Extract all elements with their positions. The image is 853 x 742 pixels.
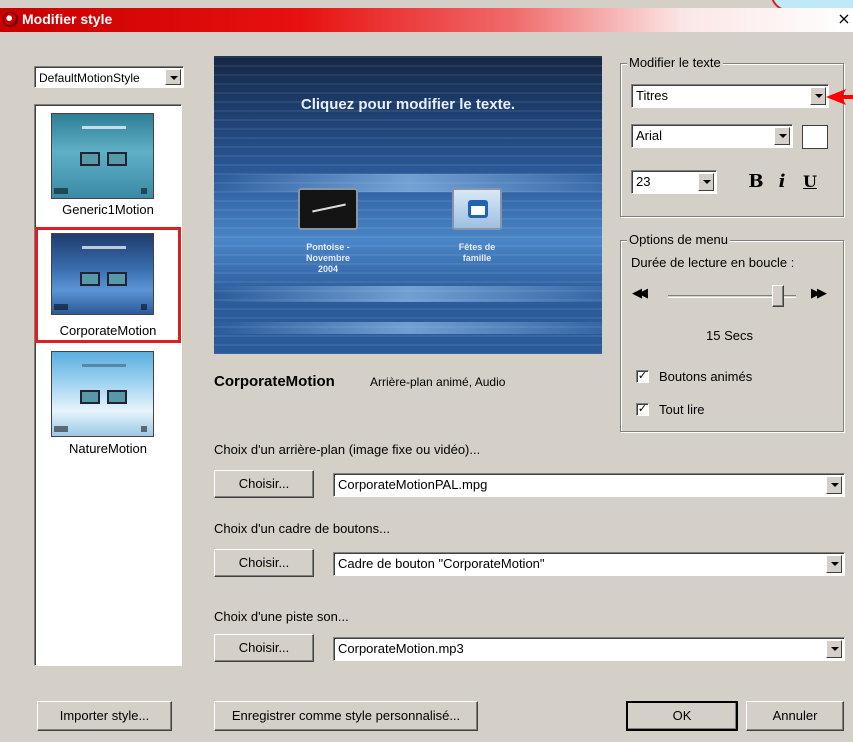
window-title: Modifier style [22,11,113,27]
style-select[interactable]: DefaultMotionStyle [34,66,184,88]
italic-button[interactable]: i [770,169,794,195]
title-bar[interactable]: Modifier style × [0,8,853,32]
choose-sound-track-button[interactable]: Choisir... [214,634,314,662]
rewind-icon[interactable]: ◀◀ [632,286,648,301]
button-frame-label: Choix d'un cadre de boutons... [214,521,390,536]
style-item-corporatemotion[interactable]: CorporateMotion [35,227,181,343]
style-item-generic1motion[interactable]: Generic1Motion [35,105,181,227]
style-item-naturemotion[interactable]: NatureMotion [35,345,181,461]
chevron-down-icon[interactable] [810,87,826,105]
button-frame-value: Cadre de bouton "CorporateMotion" [338,556,545,571]
preview-button-1-caption: Pontoise - Novembre 2004 [305,242,350,274]
font-size-value: 23 [636,174,651,189]
bold-button[interactable]: B [743,169,769,195]
save-custom-style-button[interactable]: Enregistrer comme style personnalisé... [214,701,478,731]
modify-style-dialog: Modifier style × DefaultMotionStyle Gene… [0,0,853,742]
choose-background-button[interactable]: Choisir... [214,470,314,498]
preview-button-2-caption: Fêtes de famille [458,242,496,263]
style-select-value: DefaultMotionStyle [39,71,140,85]
animated-buttons-checkbox[interactable]: ✓ [636,370,649,383]
menu-options-legend: Options de menu [627,232,731,247]
loop-duration-label: Durée de lecture en boucle : [631,255,795,270]
chevron-down-icon[interactable] [826,476,842,494]
style-thumbnail [51,351,154,437]
close-icon[interactable]: × [835,10,853,28]
font-select[interactable]: Arial [631,124,793,148]
style-name: CorporateMotion [214,373,335,390]
annotation-arrow-icon [826,89,853,105]
preview-menu-button-1[interactable] [298,188,358,230]
style-thumbnail [51,113,154,199]
calendar-icon [468,200,488,218]
font-color-swatch[interactable] [802,125,828,149]
style-preview[interactable]: Cliquez pour modifier le texte. Pontoise… [214,56,602,354]
cancel-button[interactable]: Annuler [746,701,844,731]
sound-track-label: Choix d'une piste son... [214,609,349,624]
style-description: Arrière-plan animé, Audio [370,375,506,389]
loop-duration-value: 15 Secs [706,328,753,343]
animated-buttons-label[interactable]: Boutons animés [659,369,752,384]
preview-title-text[interactable]: Cliquez pour modifier le texte. [214,96,602,113]
style-item-label: CorporateMotion [59,323,157,338]
style-item-label: NatureMotion [68,441,148,456]
import-style-button[interactable]: Importer style... [37,701,172,731]
button-frame-select[interactable]: Cadre de bouton "CorporateMotion" [333,552,845,576]
ok-button[interactable]: OK [626,701,738,731]
style-list[interactable]: Generic1Motion CorporateMotion NatureMot… [34,104,182,666]
style-thumbnail [51,233,154,315]
choose-button-frame-button[interactable]: Choisir... [214,549,314,577]
preview-menu-button-2[interactable] [452,188,502,230]
background-select[interactable]: CorporateMotionPAL.mpg [333,473,845,497]
chevron-down-icon[interactable] [165,69,181,85]
sound-track-value: CorporateMotion.mp3 [338,641,464,656]
underline-button[interactable]: U [798,169,822,195]
loop-duration-slider-thumb[interactable] [772,285,785,307]
modify-text-legend: Modifier le texte [627,55,723,70]
play-all-label[interactable]: Tout lire [659,402,705,417]
font-value: Arial [636,128,663,143]
chevron-down-icon[interactable] [774,127,790,145]
font-size-select[interactable]: 23 [631,170,717,194]
chevron-down-icon[interactable] [826,555,842,573]
sound-track-select[interactable]: CorporateMotion.mp3 [333,637,845,661]
play-all-checkbox[interactable]: ✓ [636,403,649,416]
forward-icon[interactable]: ▶▶ [811,286,827,301]
style-item-label: Generic1Motion [62,202,154,217]
text-element-value: Titres [636,88,669,103]
chevron-down-icon[interactable] [698,173,714,191]
background-label: Choix d'un arrière-plan (image fixe ou v… [214,442,481,457]
text-element-select[interactable]: Titres [631,84,829,108]
background-value: CorporateMotionPAL.mpg [338,477,488,492]
app-icon [3,12,18,27]
chevron-down-icon[interactable] [826,640,842,658]
